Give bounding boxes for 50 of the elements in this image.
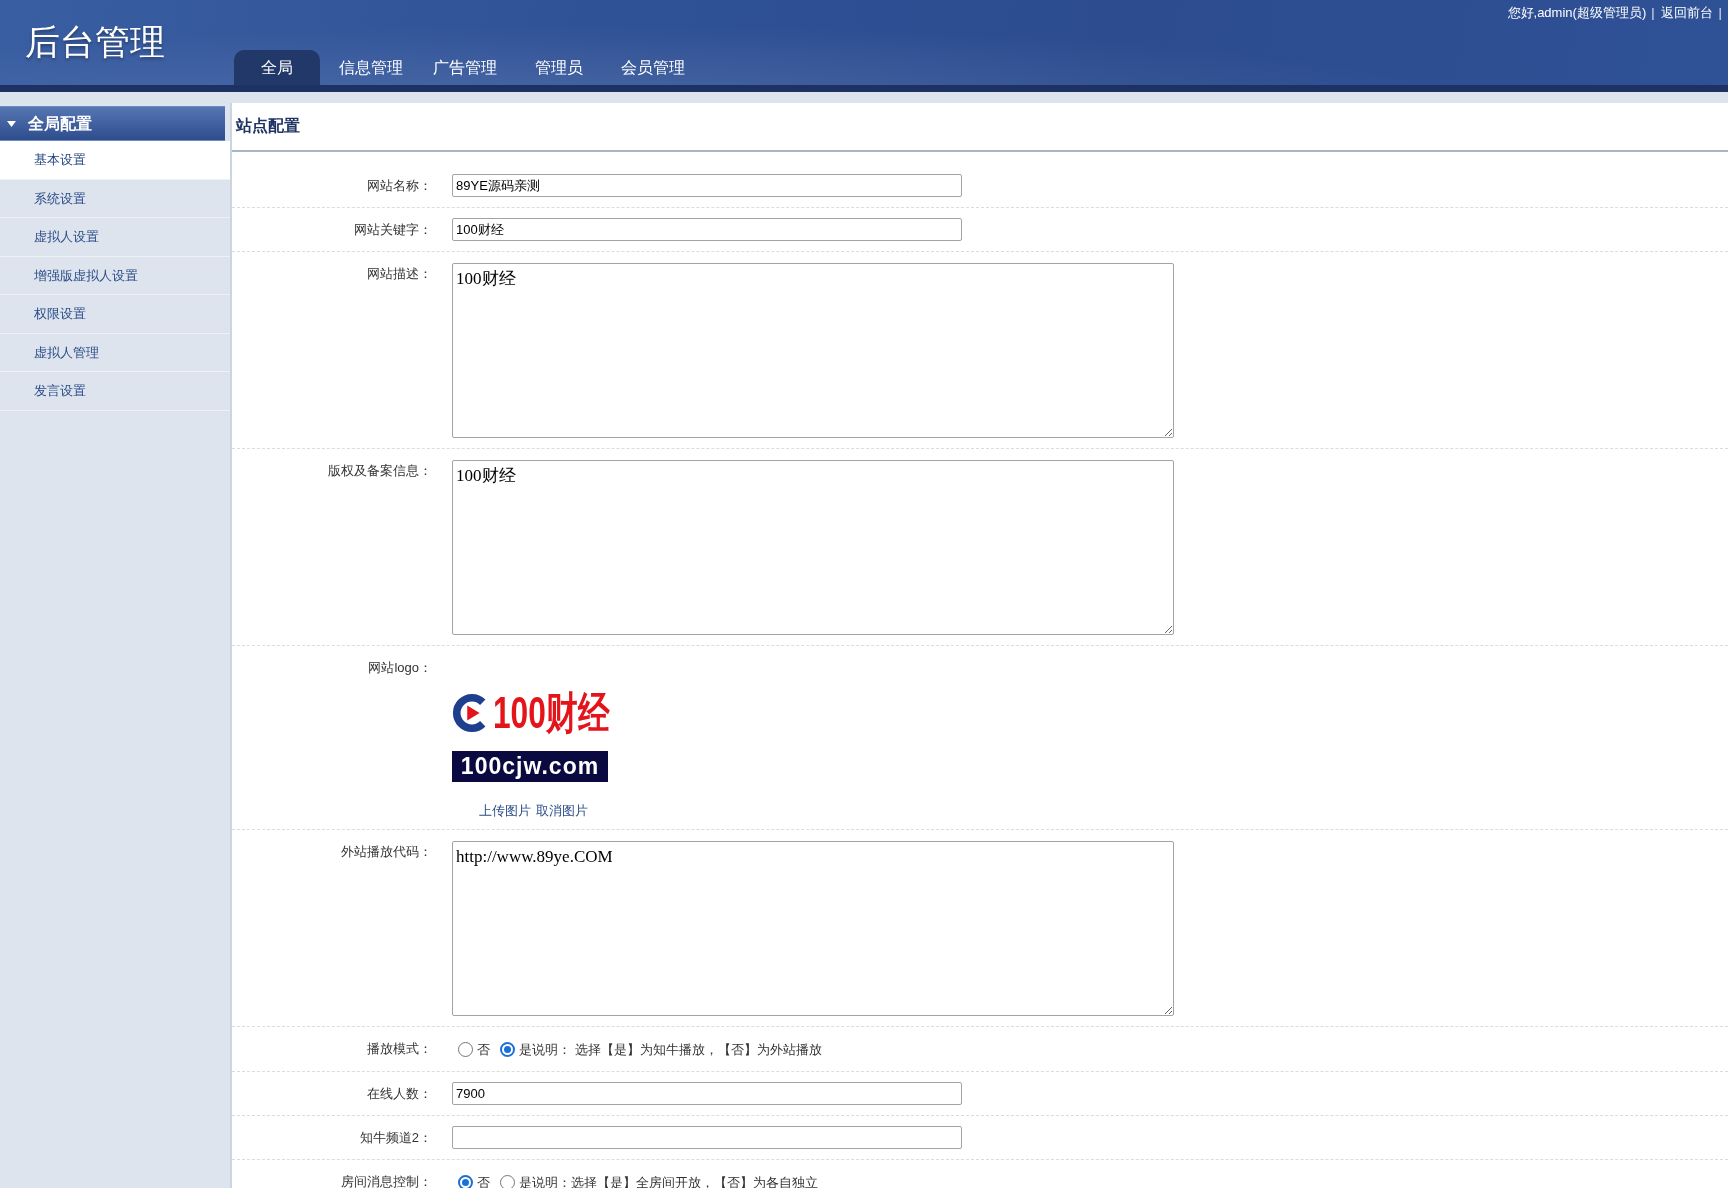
text-input[interactable]: 89YE源码亲测 — [452, 174, 962, 197]
sidebar-item[interactable]: 系统设置 — [0, 179, 230, 218]
field-label: 网站logo： — [368, 660, 432, 675]
logo-domain: 100cjw.com — [452, 751, 608, 782]
field-label: 外站播放代码： — [341, 844, 432, 859]
field-label: 在线人数： — [367, 1086, 432, 1101]
separator: | — [1718, 4, 1722, 22]
field-label: 网站名称： — [367, 178, 432, 193]
note-text: 说明：选择【是】全房间开放，【否】为各自独立 — [532, 1173, 818, 1188]
radio-button[interactable] — [500, 1175, 515, 1188]
note-text: 说明： 选择【是】为知牛播放，【否】为外站播放 — [532, 1040, 822, 1059]
radio-label[interactable]: 否 — [477, 1039, 490, 1060]
radio-label[interactable]: 是 — [519, 1172, 532, 1188]
textarea-field[interactable]: 100财经 — [452, 460, 1174, 635]
panel-title: 站点配置 — [236, 117, 300, 134]
nav-tab[interactable]: 会员管理 — [610, 50, 696, 85]
sidebar-item[interactable]: 增强版虚拟人设置 — [0, 256, 230, 295]
text-link[interactable]: 上传图片 — [478, 803, 531, 819]
nav-tab[interactable]: 信息管理 — [328, 50, 414, 85]
sidebar-item[interactable]: 基本设置 — [0, 141, 230, 180]
sidebar-item[interactable]: 发言设置 — [0, 372, 230, 411]
radio-label[interactable]: 否 — [477, 1172, 490, 1188]
nav-link[interactable]: 返回前台 — [1659, 4, 1714, 22]
field-label: 知牛频道2： — [359, 1130, 432, 1145]
sidebar-item[interactable]: 权限设置 — [0, 295, 230, 334]
text-input[interactable]: 7900 — [452, 1082, 962, 1105]
sidebar-item[interactable]: 虚拟人管理 — [0, 333, 230, 372]
field-label: 房间消息控制： — [341, 1174, 432, 1188]
textarea-field[interactable]: 100财经 — [452, 263, 1174, 438]
greeting-text: 您好,admin(超级管理员) — [1507, 4, 1647, 22]
nav-tab[interactable]: 全局 — [234, 50, 320, 85]
field-label: 网站描述： — [367, 266, 432, 281]
separator: | — [1651, 4, 1655, 22]
radio-button[interactable] — [458, 1175, 473, 1188]
text-input[interactable]: 100财经 — [452, 218, 962, 241]
nav-tab[interactable]: 管理员 — [516, 50, 602, 85]
field-label: 版权及备案信息： — [328, 463, 432, 478]
radio-button[interactable] — [458, 1042, 473, 1057]
radio-label[interactable]: 是 — [519, 1039, 532, 1060]
textarea-field[interactable]: http://www.89ye.COM — [452, 841, 1174, 1016]
logo-title: 100财经 — [493, 689, 610, 737]
text-input[interactable] — [452, 1126, 962, 1149]
nav-tab[interactable]: 广告管理 — [422, 50, 508, 85]
text-link[interactable]: 取消图片 — [535, 803, 588, 819]
sidebar-item[interactable]: 虚拟人设置 — [0, 218, 230, 257]
section-header[interactable]: 全局配置 — [0, 106, 225, 141]
radio-button[interactable] — [500, 1042, 515, 1057]
field-label: 播放模式： — [367, 1041, 432, 1056]
admin-title: 后台管理 — [25, 22, 165, 62]
field-label: 网站关键字： — [354, 222, 432, 237]
